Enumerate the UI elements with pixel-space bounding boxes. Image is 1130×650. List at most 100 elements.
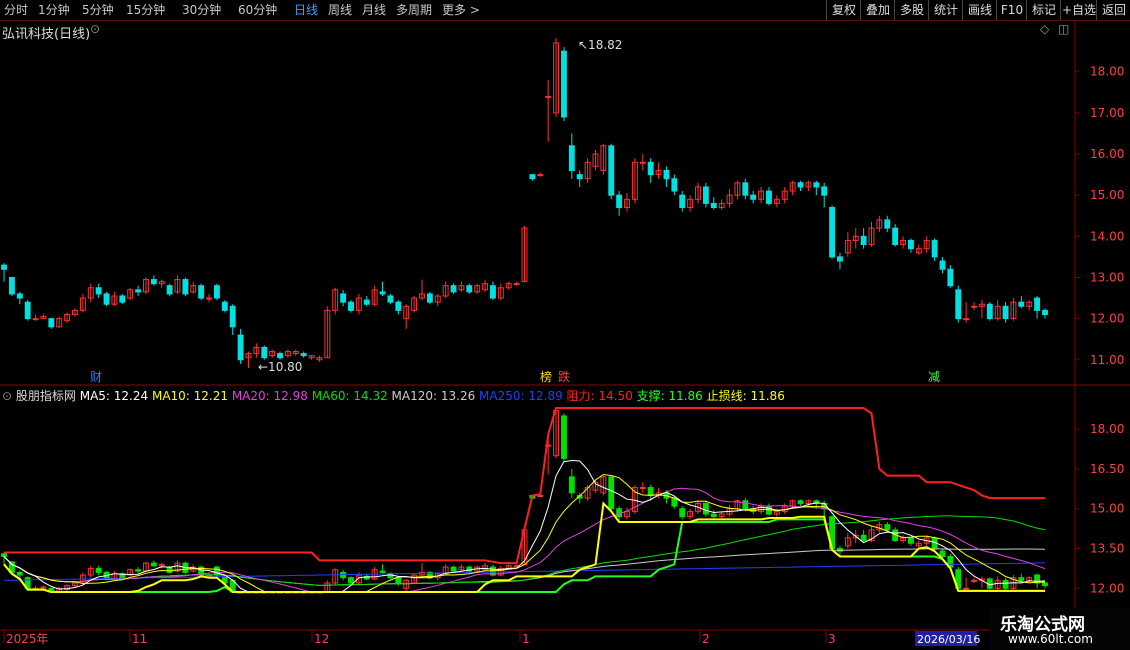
- candle-top-body-13: [103, 293, 110, 305]
- candle-bottom-body-44: [348, 577, 354, 584]
- period-tab-2[interactable]: 5分钟: [82, 0, 114, 20]
- period-tab-1[interactable]: 1分钟: [38, 0, 70, 20]
- candle-top-body-109: [860, 235, 867, 246]
- candle-top-body-113: [892, 227, 899, 246]
- candle-top-body-101: [797, 182, 804, 188]
- price-tick-top-2: 16.00: [1090, 147, 1124, 161]
- period-tab-0[interactable]: 分时: [4, 0, 28, 20]
- period-tab-9[interactable]: 多周期: [396, 0, 432, 20]
- price-tick-top-4: 14.00: [1090, 229, 1124, 243]
- candle-top-body-0: [1, 264, 7, 270]
- candle-top-body-119: [939, 260, 946, 270]
- event-marker-3: 减: [928, 370, 940, 384]
- indicator-value-7: 支撑: 11.86: [632, 389, 703, 403]
- price-tick-top-7: 11.00: [1090, 353, 1124, 367]
- candle-top-body-49: [387, 295, 394, 303]
- candle-bottom-body-48: [379, 570, 386, 573]
- candle-top-body-67: [529, 174, 536, 180]
- candle-top-body-78: [616, 194, 623, 209]
- candle-top-body-6: [48, 318, 55, 328]
- candle-bottom-body-129: [1018, 577, 1025, 581]
- candle-top-body-26: [206, 297, 212, 300]
- candle-top-body-82: [647, 161, 654, 176]
- period-tab-5[interactable]: 60分钟: [238, 0, 277, 20]
- candle-top-body-120: [947, 268, 954, 287]
- candle-top-body-72: [568, 145, 575, 171]
- candle-bottom-body-57: [450, 566, 457, 572]
- toolbar-button-8[interactable]: 返回: [1096, 0, 1130, 20]
- candle-bottom-body-122: [963, 587, 970, 590]
- candle-top-body-94: [742, 182, 749, 196]
- toolbar-button-6[interactable]: 标记: [1026, 0, 1061, 20]
- candle-top-body-19: [150, 279, 157, 285]
- period-tab-3[interactable]: 15分钟: [126, 0, 165, 20]
- panel-toggle-icon[interactable]: ◫: [1058, 22, 1069, 36]
- price-tick-bottom-3: 13.50: [1090, 542, 1124, 556]
- candle-bottom-body-17: [135, 569, 142, 572]
- period-tab-10[interactable]: 更多 >: [442, 0, 480, 20]
- candle-bottom-body-12: [95, 567, 102, 573]
- candle-bottom-body-50: [395, 577, 402, 584]
- candle-top-body-17: [135, 289, 142, 293]
- candle-top-body-2: [16, 293, 23, 299]
- price-tick-top-6: 12.00: [1090, 312, 1124, 326]
- period-tab-6[interactable]: 日线: [294, 0, 318, 20]
- period-toolbar: 分时 1分钟 5分钟 15分钟 30分钟 60分钟 日线 周线 月线 多周期 更多 > 返回 +自选 标记…: [0, 0, 1130, 21]
- candle-bottom-body-86: [679, 508, 686, 518]
- candle-top-body-115: [907, 239, 914, 250]
- indicator-legend: ⊙ 股朋指标网 MA5: 12.24 MA10: 12.21 MA20: 12.…: [2, 387, 785, 403]
- price-tick-bottom-1: 16.50: [1090, 462, 1124, 476]
- period-tab-4[interactable]: 30分钟: [182, 0, 221, 20]
- candle-top-body-95: [750, 194, 757, 200]
- date-tick-3: 1: [522, 632, 530, 646]
- candle-top-body-127: [1002, 305, 1009, 320]
- indicator-value-5: MA250: 12.89: [475, 389, 563, 403]
- candle-top-body-89: [702, 186, 709, 204]
- candle-bottom-body-72: [568, 476, 575, 494]
- candle-top-body-65: [513, 283, 520, 286]
- price-tick-bottom-2: 15.00: [1090, 502, 1124, 516]
- candle-top-body-86: [679, 194, 686, 209]
- candle-bottom-body-0: [1, 553, 7, 557]
- toolbar-button-0[interactable]: 复权: [826, 0, 861, 20]
- candle-top-body-44: [348, 301, 354, 311]
- candle-bottom-body-127: [1002, 579, 1009, 589]
- toolbar-button-4[interactable]: 画线: [962, 0, 997, 20]
- date-tick-5: 3: [828, 632, 836, 646]
- candle-top-body-81: [639, 161, 646, 164]
- settings-circle-icon[interactable]: ⊙: [2, 389, 12, 403]
- candle-top-body-50: [395, 301, 402, 311]
- candle-top-body-97: [766, 190, 772, 204]
- indicator-value-0: MA5: 12.24: [79, 389, 149, 403]
- candle-top-body-21: [166, 285, 173, 295]
- toolbar-button-1[interactable]: 叠加: [860, 0, 895, 20]
- indicator-value-2: MA20: 12.98: [228, 389, 308, 403]
- candle-top-body-33: [261, 346, 268, 359]
- candle-top-body-1: [8, 276, 15, 295]
- event-marker-1: 榜: [540, 369, 552, 384]
- date-tick-4: 2: [702, 632, 710, 646]
- event-marker-0: 财: [90, 370, 102, 384]
- toolbar-button-3[interactable]: 统计: [928, 0, 963, 20]
- period-tab-8[interactable]: 月线: [362, 0, 386, 20]
- candle-top-body-85: [671, 178, 678, 192]
- watermark-url: www.60lt.com: [1008, 632, 1093, 646]
- chevron-down-icon[interactable]: ⊙: [90, 22, 100, 36]
- watermark: 乐淘公式网 www.60lt.com: [990, 608, 1130, 650]
- indicator-value-6: 阻力: 14.50: [562, 389, 633, 403]
- price-tick-top-3: 15.00: [1090, 188, 1124, 202]
- candle-top-body-68: [537, 174, 544, 177]
- candle-top-body-25: [198, 285, 205, 299]
- period-tab-7[interactable]: 周线: [328, 0, 352, 20]
- candle-top-body-4: [32, 318, 39, 321]
- candle-top-body-129: [1018, 301, 1025, 307]
- toolbar-button-2[interactable]: 多股: [894, 0, 929, 20]
- diamond-icon[interactable]: ◇: [1040, 22, 1049, 36]
- toolbar-button-7[interactable]: +自选: [1060, 0, 1097, 20]
- toolbar-button-5[interactable]: F10: [996, 0, 1027, 20]
- indicator-value-4: MA120: 13.26: [387, 389, 476, 403]
- candle-top-body-122: [963, 318, 970, 321]
- candle-top-body-27: [213, 285, 220, 299]
- candle-top-body-30: [237, 334, 244, 361]
- candle-top-body-48: [379, 291, 386, 295]
